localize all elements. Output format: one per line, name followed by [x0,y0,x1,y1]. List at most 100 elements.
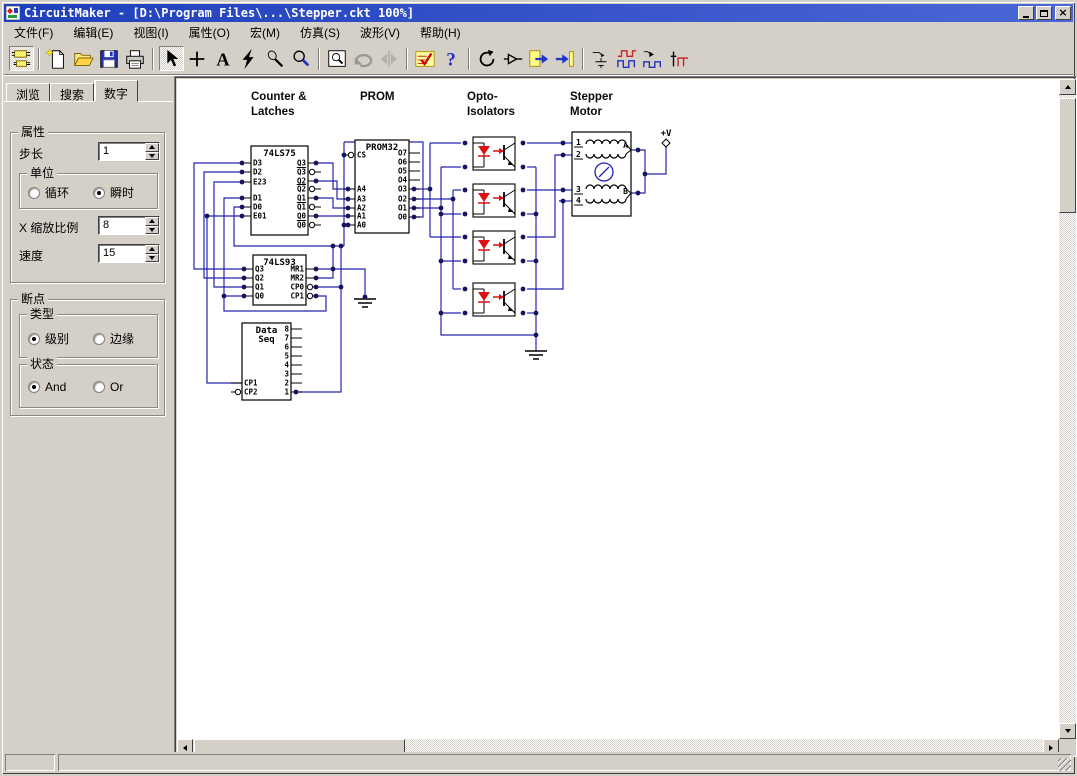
type-level-radio[interactable]: 级别 [28,330,69,347]
junction-dot [342,153,347,158]
tab-digital[interactable]: 数字 [94,80,138,102]
junction-dot [412,206,417,211]
fit-window-button[interactable] [325,46,350,71]
run-to-point-icon [554,48,576,70]
tab-browse[interactable]: 浏览 [6,83,50,102]
junction-dot [363,295,368,300]
undo-button[interactable] [351,46,376,71]
power-terminal[interactable]: +V [661,129,672,147]
digital-mode-button[interactable] [413,46,438,71]
trace-tool-button[interactable] [589,46,614,71]
probe-tool-button[interactable] [263,46,288,71]
x-scale-down-button[interactable] [145,226,159,235]
rotate-button[interactable] [377,46,402,71]
waveform-display-button[interactable] [615,46,640,71]
maximize-button[interactable] [1036,6,1052,20]
save-file-button[interactable] [97,46,122,71]
pulse-tool-button[interactable] [667,46,692,71]
type-group-label: 类型 [27,307,57,321]
scroll-up-button[interactable] [1059,79,1076,95]
menu-waveforms[interactable]: 波形(V) [350,22,410,43]
menu-macros[interactable]: 宏(M) [240,22,290,43]
step-size-up-button[interactable] [145,143,159,152]
x-scale-value[interactable]: 8 [99,217,145,234]
junction-dot [463,188,468,193]
ground-symbol[interactable] [525,351,547,359]
open-file-button[interactable] [71,46,96,71]
menu-file[interactable]: 文件(F) [4,22,63,43]
chip-prom32[interactable]: PROM32CSA4A3A2A1A0O7O6O5O4O3O2O1O0 [344,140,420,233]
state-and-radio[interactable]: And [28,380,66,394]
menu-view[interactable]: 视图(I) [123,22,178,43]
help-button[interactable]: ? [439,46,464,71]
type-edge-radio[interactable]: 边缘 [93,330,134,347]
menu-simulation[interactable]: 仿真(S) [290,22,350,43]
vertical-scroll-thumb[interactable] [1059,98,1076,213]
close-button[interactable]: × [1055,6,1071,20]
parts-browser-icon [10,48,32,70]
minimize-button[interactable] [1018,6,1034,20]
resize-grip[interactable] [1058,758,1071,771]
wire[interactable] [204,172,246,278]
wire[interactable] [224,198,246,296]
print-button[interactable] [123,46,148,71]
speed-value[interactable]: 15 [99,245,145,262]
step-size-value[interactable]: 1 [99,143,145,160]
toolbar-separator [582,48,584,70]
wire[interactable] [645,147,666,174]
wire[interactable] [315,246,333,278]
wire[interactable] [316,181,348,199]
section-title: Counter & [251,91,307,103]
x-scale-up-button[interactable] [145,217,159,226]
delete-tool-button[interactable] [237,46,262,71]
probe-waveform-icon [642,48,664,70]
menu-edit[interactable]: 编辑(E) [63,22,123,43]
unit-cycle-radio[interactable]: 循环 [28,184,69,201]
chip-74ls75[interactable]: 74LS75D3D2E23D1D0E01Q3Q3Q2Q2Q1Q1Q0Q0 [240,146,321,235]
opto-isolator[interactable] [473,231,515,264]
new-file-button[interactable] [45,46,70,71]
opto-isolator[interactable] [473,184,515,217]
state-or-radio[interactable]: Or [93,380,123,394]
speed-down-button[interactable] [145,254,159,263]
svg-text:O3: O3 [398,185,408,194]
run-probe-button[interactable] [501,46,526,71]
reset-sim-button[interactable] [475,46,500,71]
run-to-point-button[interactable] [553,46,578,71]
menu-help[interactable]: 帮助(H) [410,22,471,43]
opto-isolator[interactable] [473,137,515,170]
wire[interactable] [316,163,348,189]
junction-dot [561,199,566,204]
unit-instant-radio[interactable]: 瞬时 [93,184,134,201]
stepper-motor[interactable]: 1234AB [572,132,631,216]
junction-dot [331,244,336,249]
wire-tool-button[interactable] [185,46,210,71]
chip-data-seq[interactable]: DataSeqCP1CP287654321 [231,323,302,400]
wire[interactable] [631,150,645,193]
scroll-down-button[interactable] [1059,723,1076,739]
ground-symbol[interactable] [354,299,376,307]
text-tool-button[interactable]: A [211,46,236,71]
wire[interactable] [315,269,365,299]
x-scale-label: X 缩放比例 [19,219,78,236]
schematic-canvas[interactable]: +V 74LS75D3D2E23D1D0E01Q3Q3Q2Q2Q1Q1Q0Q0 PR… [177,79,1059,739]
up-arrow-icon [149,244,155,251]
tab-search[interactable]: 搜索 [50,83,94,102]
vertical-scrollbar[interactable] [1059,79,1076,739]
svg-text:O7: O7 [398,149,407,158]
junction-dot [463,235,468,240]
speed-up-button[interactable] [145,245,159,254]
parts-browser-button[interactable] [9,46,34,71]
step-sim-button[interactable] [527,46,552,71]
junction-dot [314,214,319,219]
menu-bar: 文件(F)编辑(E)视图(I)属性(O)宏(M)仿真(S)波形(V)帮助(H) [4,22,1073,43]
chip-74ls93[interactable]: 74LS93Q3Q2Q1Q0MR1MR2CP0CP1 [242,255,319,305]
select-arrow-button[interactable] [159,46,184,71]
opto-isolator[interactable] [473,283,515,316]
svg-text:Seq: Seq [258,335,274,345]
zoom-tool-button[interactable] [289,46,314,71]
probe-waveform-button[interactable] [641,46,666,71]
menu-options[interactable]: 属性(O) [179,22,240,43]
junction-dot [451,197,456,202]
step-size-down-button[interactable] [145,152,159,161]
